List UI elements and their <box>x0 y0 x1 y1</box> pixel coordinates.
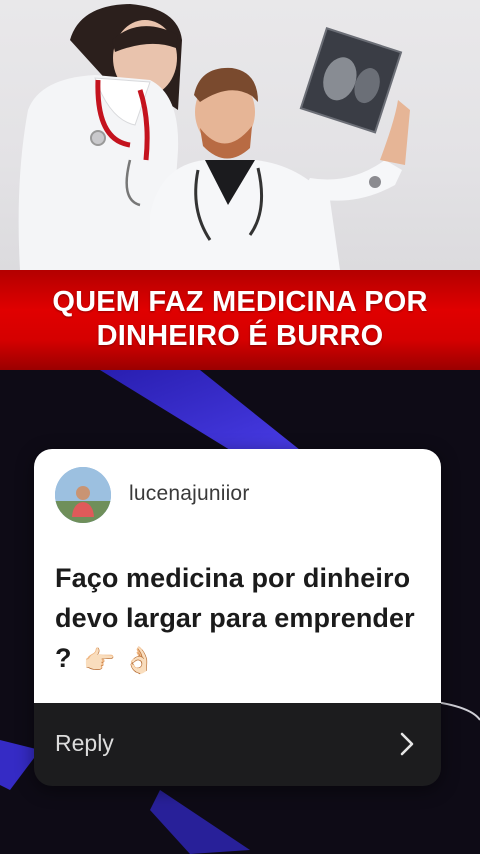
headline-banner: QUEM FAZ MEDICINA POR DINHEIRO É BURRO <box>0 270 480 370</box>
doctors-illustration <box>18 4 410 270</box>
username[interactable]: lucenajuniior <box>129 482 250 506</box>
emoji-hand-icons: 👉🏻 👌🏻 <box>83 645 156 675</box>
question-text: Faço medicina por dinheiro devo largar p… <box>55 558 427 680</box>
reply-bar[interactable]: Reply <box>34 703 441 786</box>
avatar[interactable] <box>55 467 111 523</box>
headline-text: QUEM FAZ MEDICINA POR DINHEIRO É BURRO <box>52 286 428 352</box>
reply-button-label[interactable]: Reply <box>55 730 114 757</box>
chevron-right-icon[interactable] <box>397 731 417 757</box>
doctors-photo <box>0 0 480 270</box>
avatar-image <box>55 467 111 523</box>
question-card[interactable]: lucenajuniior Faço medicina por dinheiro… <box>34 449 441 786</box>
question-card-body: lucenajuniior Faço medicina por dinheiro… <box>34 449 441 703</box>
